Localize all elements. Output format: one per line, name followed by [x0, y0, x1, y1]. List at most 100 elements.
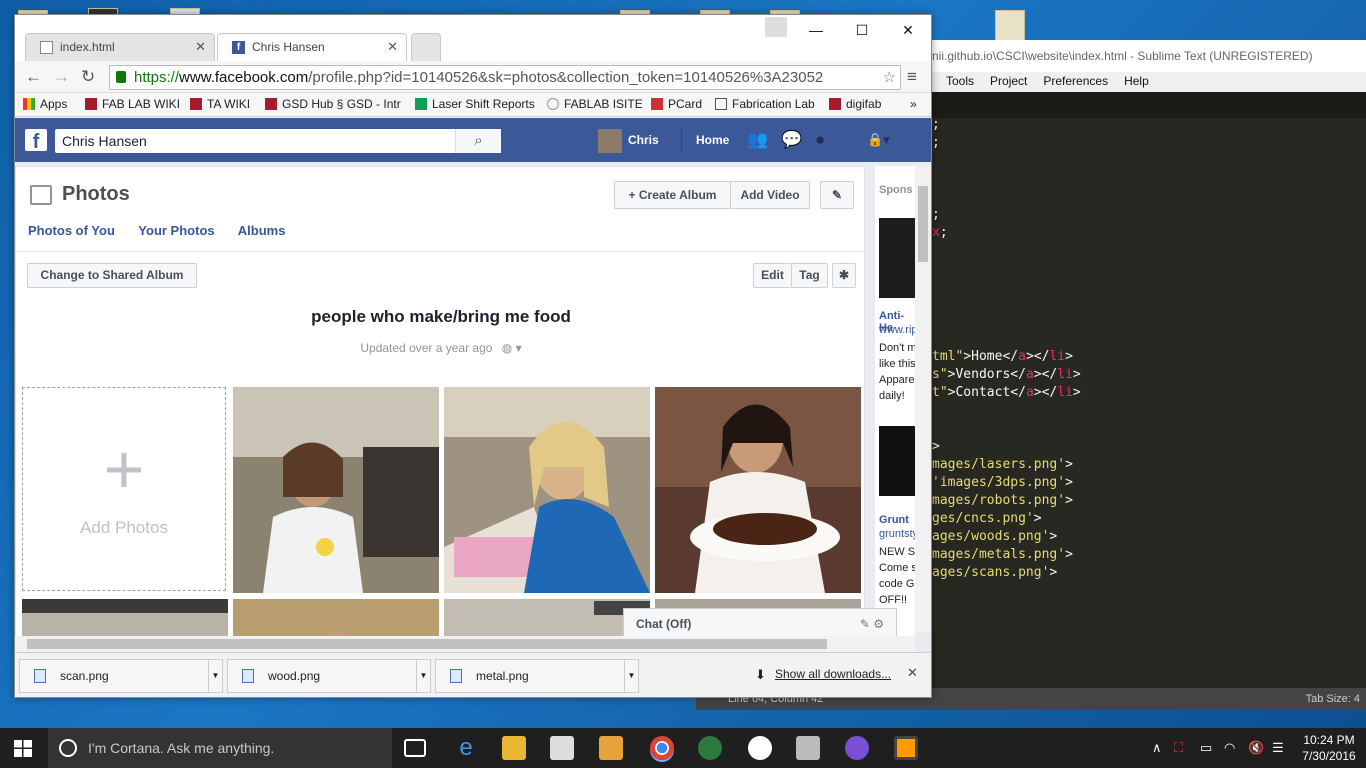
profile-link[interactable]: Chris: [598, 128, 659, 153]
bookmark-digifab[interactable]: digifab: [829, 93, 881, 115]
user-profile-icon[interactable]: [765, 17, 787, 37]
new-tab-button[interactable]: [411, 33, 441, 61]
close-window-icon[interactable]: ✕: [885, 15, 931, 45]
bookmark-ta-wiki[interactable]: TA WIKI: [190, 93, 250, 115]
windows-start-icon[interactable]: [14, 740, 32, 757]
maximize-icon[interactable]: ☐: [839, 15, 885, 45]
create-album-button[interactable]: + Create Album: [614, 181, 731, 209]
address-bar[interactable]: https://www.facebook.com/profile.php?id=…: [109, 65, 901, 90]
reload-icon[interactable]: ↻: [81, 65, 95, 89]
privacy-lock-icon[interactable]: 🔒▾: [867, 131, 890, 149]
globe-app-icon[interactable]: [698, 736, 722, 760]
tab-chris-hansen[interactable]: f Chris Hansen ✕: [217, 33, 407, 61]
horizontal-scrollbar[interactable]: [15, 636, 915, 652]
tool-app-icon[interactable]: [796, 736, 820, 760]
bookmark-star-icon[interactable]: ☆: [880, 66, 896, 89]
photo-thumbnail[interactable]: [655, 387, 861, 593]
vertical-scrollbar[interactable]: [915, 166, 931, 632]
bookmark-apps[interactable]: Apps: [23, 93, 67, 115]
chat-bar[interactable]: Chat (Off) ✎ ⚙: [623, 608, 897, 638]
menu-help[interactable]: Help: [1124, 72, 1149, 90]
volume-muted-icon[interactable]: 🔇: [1248, 739, 1264, 757]
tab-albums[interactable]: Albums: [238, 223, 286, 238]
change-shared-album-button[interactable]: Change to Shared Album: [27, 263, 197, 288]
ad-url[interactable]: www.rip: [879, 324, 915, 336]
ad-url[interactable]: gruntsty: [879, 528, 915, 540]
chevron-down-icon[interactable]: ▼: [416, 660, 430, 692]
tag-button[interactable]: Tag: [791, 263, 828, 288]
scrollbar-thumb[interactable]: [918, 186, 928, 262]
task-view-icon[interactable]: [404, 739, 426, 757]
menu-project[interactable]: Project: [990, 72, 1027, 90]
add-video-button[interactable]: Add Video: [730, 181, 810, 209]
code-line[interactable]: ;: [932, 134, 940, 152]
chevron-down-icon[interactable]: ▼: [624, 660, 638, 692]
bookmark-pcard[interactable]: PCard: [651, 93, 702, 115]
ad-title[interactable]: Grunt: [879, 514, 909, 526]
code-line[interactable]: mages/metals.png'>: [932, 546, 1073, 564]
close-tab-icon[interactable]: ✕: [195, 34, 206, 60]
code-line[interactable]: tml">Home</a></li>: [932, 348, 1073, 366]
code-line[interactable]: ;: [932, 116, 940, 134]
chevron-down-icon[interactable]: ▼: [208, 660, 222, 692]
settings-gear-icon[interactable]: ✱: [832, 263, 856, 288]
bookmark-fabrication-lab[interactable]: Fabrication Lab: [715, 93, 815, 115]
download-item[interactable]: wood.png ▼: [227, 659, 431, 693]
tab-index-html[interactable]: index.html ✕: [25, 33, 215, 61]
code-line[interactable]: ges/cncs.png'>: [932, 510, 1042, 528]
edit-button[interactable]: Edit: [753, 263, 792, 288]
code-line[interactable]: ;: [932, 206, 940, 224]
tray-chevron-icon[interactable]: ∧: [1152, 739, 1162, 757]
wifi-icon[interactable]: ◠: [1224, 739, 1235, 757]
menu-tools[interactable]: Tools: [946, 72, 974, 90]
code-line[interactable]: x;: [932, 224, 948, 242]
facebook-logo-icon[interactable]: f: [25, 129, 47, 153]
bookmark-fab-lab-wiki[interactable]: FAB LAB WIKI: [85, 93, 180, 115]
file-explorer-icon[interactable]: [502, 736, 526, 760]
add-photos-tile[interactable]: + Add Photos: [22, 387, 226, 591]
code-line[interactable]: mages/robots.png'>: [932, 492, 1073, 510]
friend-requests-icon[interactable]: 👥: [747, 131, 768, 149]
chrome-icon[interactable]: [650, 736, 674, 760]
store-icon[interactable]: [550, 736, 574, 760]
code-line[interactable]: ages/woods.png'>: [932, 528, 1057, 546]
globe-privacy-icon[interactable]: ◍ ▾: [502, 341, 522, 355]
scrollbar-thumb[interactable]: [27, 639, 827, 649]
code-line[interactable]: s">Vendors</a></li>: [932, 366, 1081, 384]
ad-image[interactable]: [879, 426, 915, 496]
menu-preferences[interactable]: Preferences: [1043, 72, 1108, 90]
bookmarks-overflow[interactable]: »: [910, 93, 917, 115]
minimize-icon[interactable]: —: [793, 15, 839, 45]
download-item[interactable]: scan.png ▼: [19, 659, 223, 693]
search-input[interactable]: Chris Hansen: [55, 129, 501, 153]
download-item[interactable]: metal.png ▼: [435, 659, 639, 693]
code-line[interactable]: 'images/3dps.png'>: [932, 474, 1073, 492]
code-line[interactable]: mages/lasers.png'>: [932, 456, 1073, 474]
acrobat-icon[interactable]: ⛶: [1174, 739, 1183, 757]
home-link[interactable]: Home: [681, 128, 729, 152]
bookmark-gsd-hub[interactable]: GSD Hub § GSD - Intr: [265, 93, 401, 115]
action-center-icon[interactable]: ☰: [1272, 739, 1284, 757]
chrome-menu-icon[interactable]: ≡: [907, 65, 917, 89]
clock[interactable]: 10:24 PM 7/30/2016: [1296, 732, 1362, 764]
code-line[interactable]: t">Contact</a></li>: [932, 384, 1081, 402]
forward-arrow-icon[interactable]: →: [53, 65, 70, 89]
close-tab-icon[interactable]: ✕: [387, 34, 398, 60]
photo-thumbnail[interactable]: [233, 387, 439, 593]
ad-image[interactable]: [879, 218, 915, 298]
itunes-icon[interactable]: [748, 736, 772, 760]
code-line[interactable]: ages/scans.png'>: [932, 564, 1057, 582]
battery-icon[interactable]: ▭: [1200, 739, 1212, 757]
desktop-folder-icon[interactable]: [995, 10, 1025, 42]
sublime-text-icon[interactable]: [894, 736, 918, 760]
tab-photos-of-you[interactable]: Photos of You: [28, 223, 115, 238]
cortana-search[interactable]: I'm Cortana. Ask me anything.: [48, 728, 392, 768]
chat-options-icon[interactable]: ✎ ⚙: [860, 609, 884, 639]
photo-thumbnail[interactable]: [444, 387, 650, 593]
notifications-globe-icon[interactable]: ●: [815, 131, 825, 149]
edge-icon[interactable]: e: [454, 736, 478, 760]
tab-your-photos[interactable]: Your Photos: [138, 223, 214, 238]
messages-icon[interactable]: 💬: [781, 131, 802, 149]
search-icon[interactable]: ⌕: [455, 129, 501, 153]
pencil-icon[interactable]: ✎: [820, 181, 854, 209]
